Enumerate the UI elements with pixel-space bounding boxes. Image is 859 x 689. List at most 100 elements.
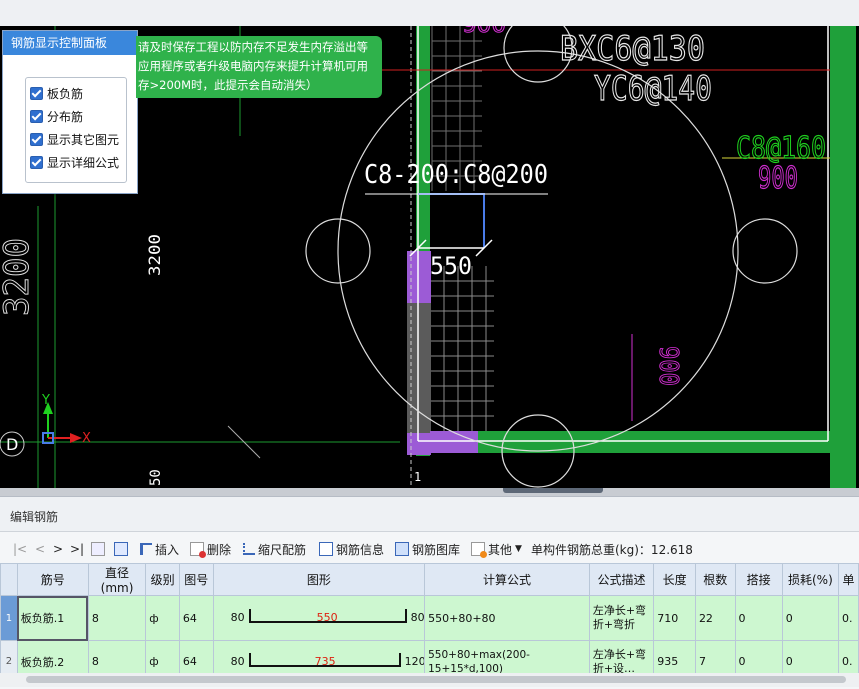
horizontal-scroll-thumb[interactable] bbox=[26, 676, 846, 683]
cell-length[interactable]: 710 bbox=[653, 595, 696, 641]
col-header-loss[interactable]: 损耗(%) bbox=[781, 563, 839, 596]
shape-right-dim: 120 bbox=[404, 654, 425, 668]
cad-label-c8-200: C8-200:C8@200 bbox=[364, 160, 548, 190]
cad-label-550: 550 bbox=[430, 252, 472, 280]
col-header-name[interactable]: 筋号 bbox=[16, 563, 89, 596]
chevron-down-icon: ▼ bbox=[515, 544, 522, 554]
shape-left-dim: 80 bbox=[230, 610, 245, 624]
axis-label-d: D bbox=[6, 435, 18, 454]
edit-rebar-toolbar: |< < > >| 插入 删除 缩尺配筋 钢筋信息 钢筋图库 其他 ▼ 单构件钢筋… bbox=[0, 537, 859, 561]
cell-desc[interactable]: 左净长+弯折+弯折 bbox=[588, 595, 655, 641]
insert-button[interactable]: 插入 bbox=[140, 541, 179, 557]
pane-splitter[interactable] bbox=[0, 488, 859, 496]
col-header-unit[interactable]: 单 bbox=[837, 563, 859, 596]
ucs-x-label: X bbox=[82, 431, 91, 446]
move-up-icon bbox=[91, 542, 105, 556]
rebar-info-label: 钢筋信息 bbox=[336, 542, 385, 557]
scale-rebar-icon bbox=[243, 543, 255, 555]
col-header-formula[interactable]: 计算公式 bbox=[424, 563, 590, 596]
col-header-grade[interactable]: 级别 bbox=[145, 563, 180, 596]
top-toolbar-strip bbox=[0, 0, 859, 27]
cad-label-bxc: BXC6@130 bbox=[560, 29, 705, 69]
next-record-button[interactable]: > bbox=[53, 541, 63, 557]
edit-rebar-title: 编辑钢筋 bbox=[10, 510, 59, 524]
cad-label-3200-big: 3200 bbox=[0, 238, 37, 316]
edit-rebar-panel: 编辑钢筋 |< < > >| 插入 删除 缩尺配筋 钢筋信息 钢筋图库 其他 ▼ … bbox=[0, 496, 859, 689]
col-header-count[interactable]: 根数 bbox=[694, 563, 736, 596]
option-label: 显示其它图元 bbox=[47, 132, 120, 147]
rebar-table: 筋号 直径(mm) 级别 图号 图形 计算公式 公式描述 长度 根数 搭接 损耗… bbox=[0, 563, 859, 683]
shape-mid-dim: 735 bbox=[314, 654, 336, 668]
col-header-shape[interactable]: 图形 bbox=[212, 563, 426, 596]
rebar-shape-figure: 80 550 80 bbox=[217, 597, 425, 640]
rebar-display-control-panel: 钢筋显示控制面板 板负筋 分布筋 显示其它图元 显示详细公式 bbox=[2, 30, 138, 194]
tip-line-1: 请及时保存工程以防内存不足发生内存溢出等 bbox=[138, 40, 368, 54]
other-dropdown-button[interactable]: 其他 ▼ bbox=[471, 541, 522, 558]
tip-line-2: 应用程序或者升级电脑内存来提升计算机可用 bbox=[138, 59, 368, 73]
cell-name[interactable]: 板负筋.1 bbox=[16, 595, 89, 641]
rebar-library-icon bbox=[395, 542, 409, 556]
first-record-button[interactable]: |< bbox=[13, 541, 27, 557]
option-distribution-rebar[interactable]: 分布筋 bbox=[30, 107, 83, 125]
tip-line-3: 存>200M时，此提示会自动消失） bbox=[138, 78, 318, 92]
splitter-collapse-handle[interactable] bbox=[503, 488, 603, 493]
cell-count[interactable]: 22 bbox=[694, 595, 736, 641]
cad-label-50: 50 bbox=[148, 469, 164, 486]
move-down-button[interactable] bbox=[114, 541, 131, 557]
col-header-length[interactable]: 长度 bbox=[653, 563, 696, 596]
option-show-detailed-formula[interactable]: 显示详细公式 bbox=[30, 153, 119, 171]
col-header-diameter[interactable]: 直径(mm) bbox=[87, 563, 147, 596]
option-label: 板负筋 bbox=[47, 86, 84, 101]
move-up-button[interactable] bbox=[91, 541, 108, 557]
cad-label-900-a: 900 bbox=[758, 161, 798, 196]
col-header-fig-no[interactable]: 图号 bbox=[178, 563, 214, 596]
cad-label-3200-small: 3200 bbox=[145, 234, 164, 276]
scale-rebar-label: 缩尺配筋 bbox=[258, 542, 307, 557]
option-label: 分布筋 bbox=[47, 109, 84, 124]
checkbox-checked-icon[interactable] bbox=[30, 86, 43, 100]
prev-record-button[interactable]: < bbox=[35, 541, 45, 557]
cell-diameter[interactable]: 8 bbox=[87, 595, 147, 641]
cell-grade[interactable]: ф bbox=[145, 595, 180, 641]
shape-right-dim: 80 bbox=[410, 610, 425, 624]
cell-fig-no[interactable]: 64 bbox=[178, 595, 214, 641]
delete-button[interactable]: 删除 bbox=[190, 541, 232, 558]
other-icon bbox=[471, 542, 487, 558]
row-header-corner bbox=[0, 563, 18, 596]
other-label: 其他 bbox=[488, 542, 513, 557]
checkbox-checked-icon[interactable] bbox=[30, 132, 43, 146]
cell-shape[interactable]: 80 550 80 bbox=[212, 595, 426, 641]
insert-label: 插入 bbox=[155, 542, 180, 557]
cad-label-yc: YC6@140 bbox=[594, 69, 712, 109]
last-record-button[interactable]: >| bbox=[70, 541, 84, 557]
checkbox-checked-icon[interactable] bbox=[30, 109, 43, 123]
rebar-info-button[interactable]: 钢筋信息 bbox=[319, 541, 384, 557]
row-index[interactable]: 1 bbox=[0, 595, 18, 641]
shape-left-dim: 80 bbox=[230, 654, 245, 668]
move-down-icon bbox=[114, 542, 128, 556]
scale-rebar-button[interactable]: 缩尺配筋 bbox=[243, 541, 306, 557]
total-weight-readout: 单构件钢筋总重(kg)：12.618 bbox=[531, 542, 693, 557]
col-header-lap[interactable]: 搭接 bbox=[734, 563, 783, 596]
option-slab-negative-rebar[interactable]: 板负筋 bbox=[30, 84, 83, 102]
panel-options-box: 板负筋 分布筋 显示其它图元 显示详细公式 bbox=[25, 77, 127, 183]
cell-lap[interactable]: 0 bbox=[734, 595, 783, 641]
delete-icon bbox=[190, 542, 206, 558]
memory-warning-tooltip: 请及时保存工程以防内存不足发生内存溢出等 应用程序或者升级电脑内存来提升计算机可… bbox=[136, 36, 382, 98]
cad-label-top-pink: 900 bbox=[462, 26, 506, 38]
table-row[interactable]: 1 板负筋.1 8 ф 64 80 550 80 550+80+80 左净长+弯… bbox=[0, 595, 859, 641]
panel-title: 钢筋显示控制面板 bbox=[3, 31, 137, 55]
cell-unit[interactable]: 0. bbox=[837, 595, 859, 641]
cell-loss[interactable]: 0 bbox=[781, 595, 839, 641]
ucs-y-label: Y bbox=[41, 393, 50, 408]
rebar-library-button[interactable]: 钢筋图库 bbox=[395, 541, 460, 557]
checkbox-checked-icon[interactable] bbox=[30, 155, 43, 169]
table-header-row: 筋号 直径(mm) 级别 图号 图形 计算公式 公式描述 长度 根数 搭接 损耗… bbox=[0, 563, 859, 596]
insert-icon bbox=[140, 543, 152, 555]
col-header-desc[interactable]: 公式描述 bbox=[588, 563, 655, 596]
option-show-other-elements[interactable]: 显示其它图元 bbox=[30, 130, 119, 148]
rebar-info-icon bbox=[319, 542, 333, 556]
shape-mid-dim: 550 bbox=[316, 610, 338, 624]
cell-formula[interactable]: 550+80+80 bbox=[424, 595, 590, 641]
delete-label: 删除 bbox=[207, 542, 232, 557]
